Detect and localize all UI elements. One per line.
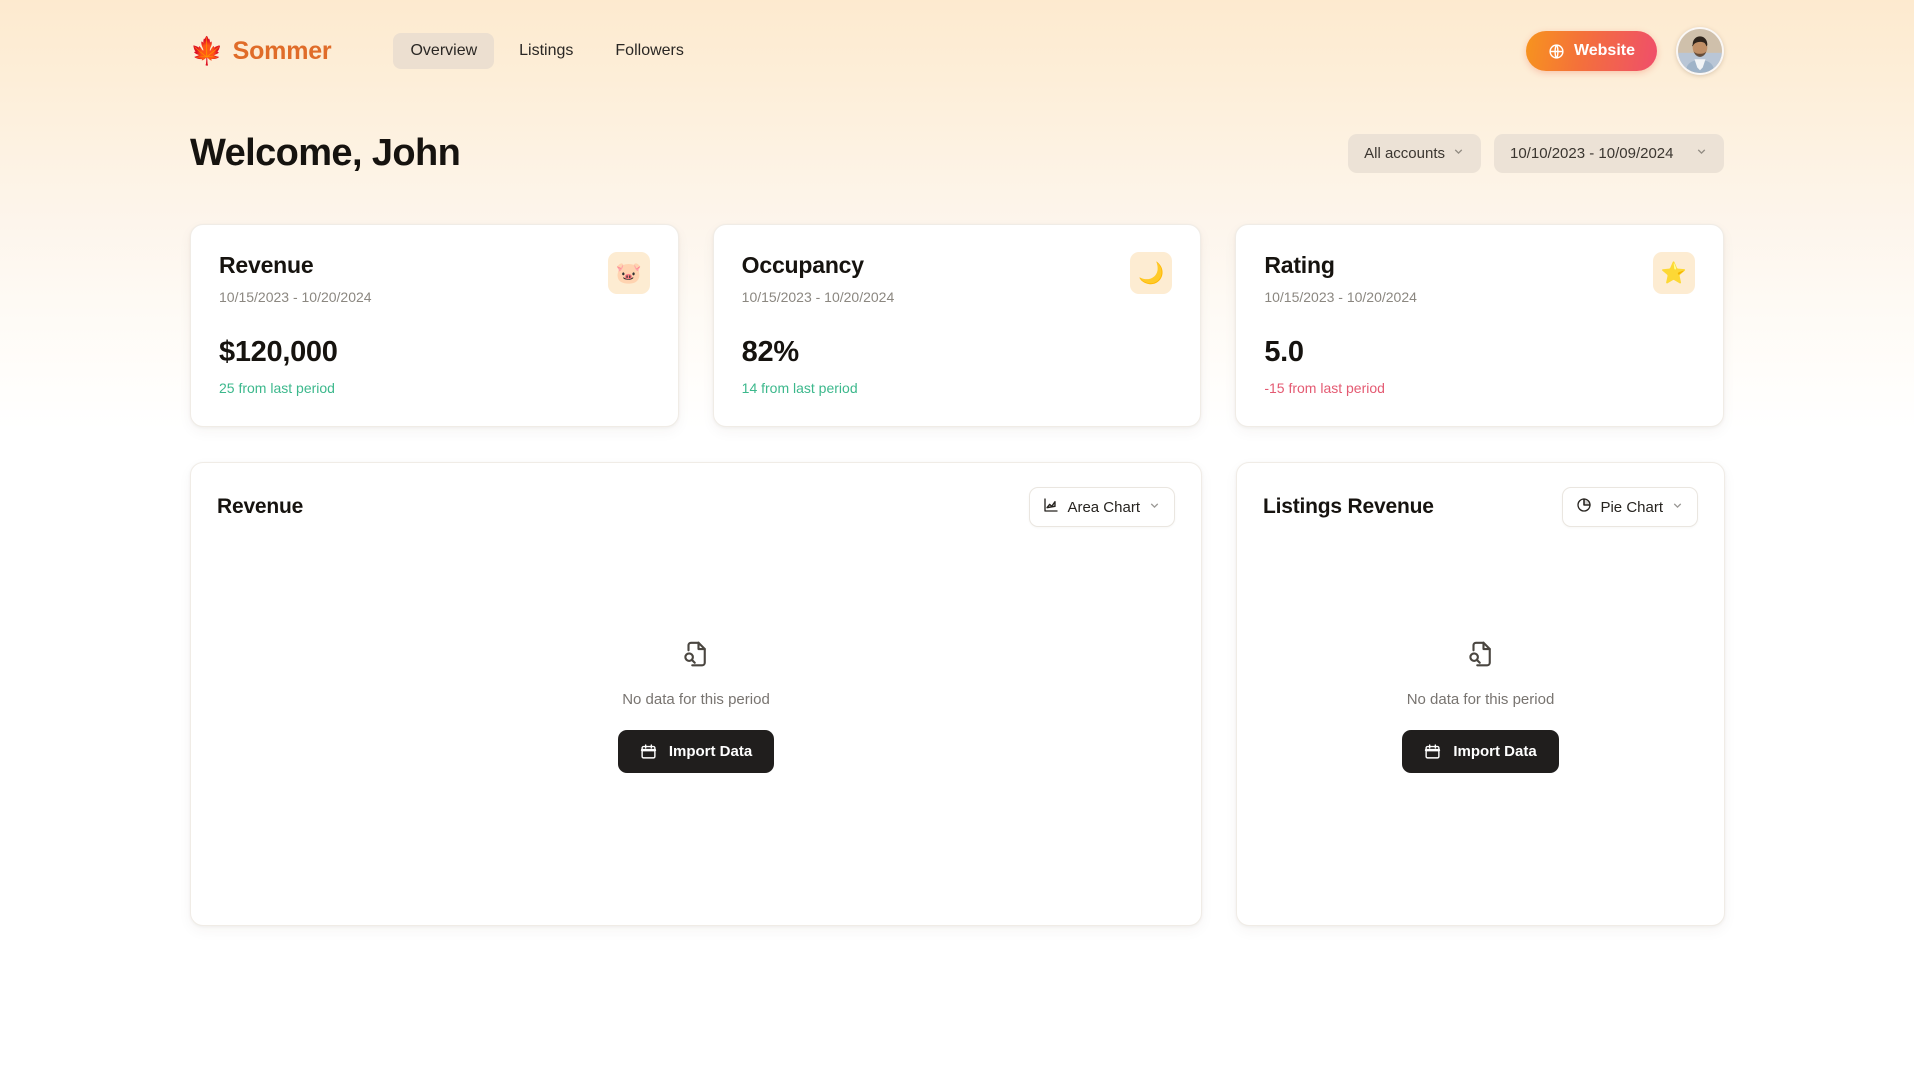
- stat-title: Revenue: [219, 252, 314, 278]
- import-data-label: Import Data: [668, 743, 753, 760]
- brand-name: Sommer: [232, 36, 332, 65]
- stat-delta: 25 from last period: [219, 380, 335, 396]
- calendar-icon: [640, 743, 657, 760]
- chevron-down-icon: [1148, 499, 1161, 516]
- page-title: Welcome, John: [190, 131, 461, 174]
- import-data-button[interactable]: Import Data: [617, 730, 775, 773]
- stat-card-header: Rating 10/15/2023 - 10/20/2024 ⭐: [1264, 252, 1695, 305]
- dashboard-content: Revenue 10/15/2023 - 10/20/2024 🐷 $120,0…: [0, 224, 1914, 926]
- chart-card-listings-revenue: Listings Revenue Pie Chart No data for t…: [1236, 462, 1725, 926]
- nav-item-followers[interactable]: Followers: [598, 33, 700, 69]
- stat-title: Rating: [1264, 252, 1335, 278]
- empty-state-text: No data for this period: [1406, 691, 1555, 708]
- chevron-down-icon: [1452, 145, 1465, 162]
- import-data-label: Import Data: [1453, 743, 1537, 760]
- stat-card-header: Revenue 10/15/2023 - 10/20/2024 🐷: [219, 252, 650, 305]
- charts-row: Revenue Area Chart No data for this peri…: [190, 462, 1725, 926]
- chart-empty-state: No data for this period Import Data: [217, 513, 1175, 899]
- chart-card-revenue: Revenue Area Chart No data for this peri…: [190, 462, 1202, 926]
- nav-item-listings[interactable]: Listings: [502, 33, 590, 69]
- stat-value: $120,000: [219, 336, 338, 368]
- nav-item-overview[interactable]: Overview: [393, 33, 495, 69]
- star-icon: ⭐: [1652, 252, 1695, 294]
- empty-state-text: No data for this period: [622, 691, 770, 708]
- stat-value: 82%: [741, 336, 799, 368]
- stat-delta: -15 from last period: [1264, 380, 1385, 396]
- stat-range: 10/15/2023 - 10/20/2024: [1264, 289, 1417, 305]
- date-range-picker[interactable]: 10/10/2023 - 10/09/2024: [1494, 133, 1724, 173]
- account-filter-label: All accounts: [1364, 144, 1445, 162]
- date-range-label: 10/10/2023 - 10/09/2024: [1510, 144, 1674, 162]
- file-search-icon: [1466, 639, 1496, 674]
- main-nav: Overview Listings Followers: [393, 33, 700, 69]
- globe-icon: [1548, 43, 1565, 60]
- stat-value: 5.0: [1264, 336, 1304, 368]
- stat-range: 10/15/2023 - 10/20/2024: [741, 289, 895, 305]
- filter-controls: All accounts 10/10/2023 - 10/09/2024: [1348, 133, 1724, 173]
- import-data-button[interactable]: Import Data: [1402, 730, 1559, 773]
- chevron-down-icon: [1695, 145, 1708, 162]
- crescent-moon-icon: 🌙: [1130, 252, 1173, 294]
- stat-card-revenue: Revenue 10/15/2023 - 10/20/2024 🐷 $120,0…: [190, 224, 679, 427]
- app-header: 🍁 Sommer Overview Listings Followers Web…: [0, 0, 1914, 102]
- header-actions: Website: [1525, 27, 1724, 75]
- piggy-bank-icon: 🐷: [607, 252, 650, 294]
- stat-card-rating: Rating 10/15/2023 - 10/20/2024 ⭐ 5.0 -15…: [1235, 224, 1724, 427]
- stat-card-occupancy: Occupancy 10/15/2023 - 10/20/2024 🌙 82% …: [712, 224, 1202, 427]
- welcome-row: Welcome, John All accounts 10/10/2023 - …: [0, 114, 1914, 192]
- website-button[interactable]: Website: [1525, 31, 1657, 71]
- website-button-label: Website: [1573, 42, 1635, 59]
- account-filter-dropdown[interactable]: All accounts: [1348, 133, 1481, 173]
- dashboard-page: 🍁 Sommer Overview Listings Followers Web…: [0, 0, 1914, 1075]
- avatar-image: [1678, 29, 1722, 73]
- stat-card-header: Occupancy 10/15/2023 - 10/20/2024 🌙: [742, 252, 1173, 305]
- file-search-icon: [681, 639, 711, 674]
- maple-leaf-icon: 🍁: [190, 35, 224, 66]
- brand-logo[interactable]: 🍁 Sommer: [190, 35, 332, 66]
- avatar[interactable]: [1676, 27, 1724, 75]
- stats-row: Revenue 10/15/2023 - 10/20/2024 🐷 $120,0…: [190, 224, 1724, 427]
- stat-title: Occupancy: [741, 252, 864, 278]
- chevron-down-icon: [1671, 499, 1684, 516]
- stat-delta: 14 from last period: [741, 380, 858, 396]
- calendar-icon: [1424, 743, 1441, 760]
- stat-range: 10/15/2023 - 10/20/2024: [219, 289, 372, 305]
- chart-empty-state: No data for this period Import Data: [1263, 513, 1698, 899]
